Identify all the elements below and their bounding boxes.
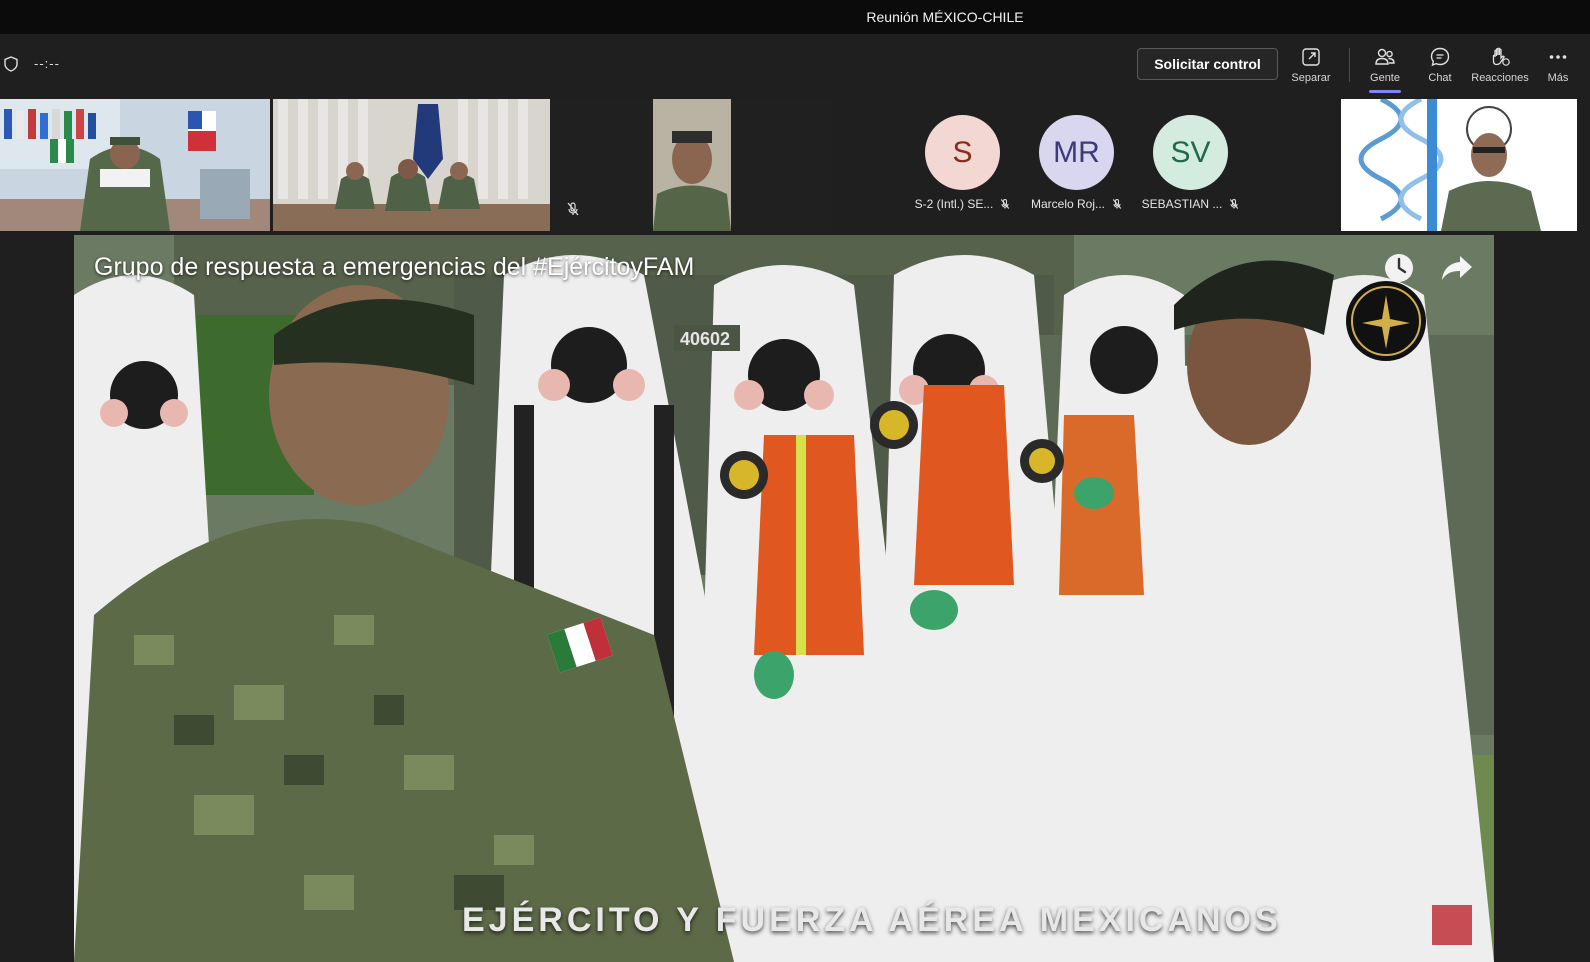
title-bar: Reunión MÉXICO-CHILE <box>0 0 1590 34</box>
participant-name-row: S-2 (Intl.) SE... <box>908 197 1018 211</box>
participant-video-tile[interactable] <box>0 99 270 231</box>
participant-avatar-tile[interactable]: S S-2 (Intl.) SE... <box>908 99 1018 231</box>
video-title: Grupo de respuesta a emergencias del #Ej… <box>94 253 695 281</box>
participant-video-tile[interactable] <box>553 99 831 231</box>
mic-off-icon <box>567 202 579 216</box>
participant-video-tile[interactable] <box>273 99 550 231</box>
video-caption: EJÉRCITO Y FUERZA AÉREA MEXICANOS <box>462 901 1282 939</box>
raise-hand-icon <box>1492 47 1510 66</box>
shared-content-stage[interactable]: 40602 Grupo de respuesta a emergencias d… <box>74 235 1494 962</box>
pop-out-icon <box>1302 48 1320 66</box>
meeting-toolbar: --:-- Solicitar control Separar Gente Ch… <box>0 34 1590 96</box>
participant-name: Marcelo Roj... <box>1030 197 1106 211</box>
shield-icon <box>4 56 18 72</box>
pop-out-button[interactable]: Separar <box>1279 42 1343 90</box>
share-icon[interactable] <box>1440 253 1474 283</box>
sedena-logo-icon <box>1432 905 1472 945</box>
more-button[interactable]: Más <box>1526 42 1590 90</box>
participant-name: SEBASTIAN ... <box>1141 197 1223 211</box>
participant-video <box>273 99 550 231</box>
participant-video <box>0 99 270 231</box>
people-label: Gente <box>1370 72 1400 84</box>
participant-name-row: Marcelo Roj... <box>1022 197 1132 211</box>
pop-out-label: Separar <box>1291 72 1331 84</box>
avatar: SV <box>1153 115 1228 190</box>
shared-video-frame <box>74 235 1494 962</box>
participant-video <box>553 99 831 231</box>
participant-avatar-tile[interactable]: MR Marcelo Roj... <box>1022 99 1132 231</box>
vehicle-number: 40602 <box>680 329 731 349</box>
participant-video <box>1341 99 1577 231</box>
more-icon <box>1549 55 1567 59</box>
participant-strip: S S-2 (Intl.) SE... MR Marcelo Roj... SV… <box>0 99 1590 232</box>
reactions-button[interactable]: Reacciones <box>1468 42 1532 90</box>
mic-off-icon <box>1230 198 1239 209</box>
participant-avatar-tile[interactable]: SV SEBASTIAN ... <box>1136 99 1246 231</box>
army-emblem-icon <box>1346 281 1426 361</box>
avatar: MR <box>1039 115 1114 190</box>
mic-off-icon <box>1112 198 1122 209</box>
meeting-timer: --:-- <box>34 56 60 71</box>
avatar: S <box>925 115 1000 190</box>
participant-video-tile[interactable] <box>1341 99 1577 231</box>
chat-button[interactable]: Chat <box>1408 42 1472 90</box>
toolbar-divider <box>1349 48 1350 82</box>
participant-name-row: SEBASTIAN ... <box>1136 197 1246 211</box>
more-label: Más <box>1547 72 1569 84</box>
people-active-indicator <box>1369 90 1401 93</box>
meeting-title: Reunión MÉXICO-CHILE <box>866 9 1024 25</box>
chat-label: Chat <box>1428 72 1452 84</box>
reactions-label: Reacciones <box>1471 72 1529 84</box>
people-icon <box>1375 48 1395 65</box>
chat-icon <box>1430 47 1450 67</box>
mic-off-icon <box>1001 198 1010 209</box>
request-control-button[interactable]: Solicitar control <box>1137 48 1278 80</box>
participant-name: S-2 (Intl.) SE... <box>914 197 994 211</box>
